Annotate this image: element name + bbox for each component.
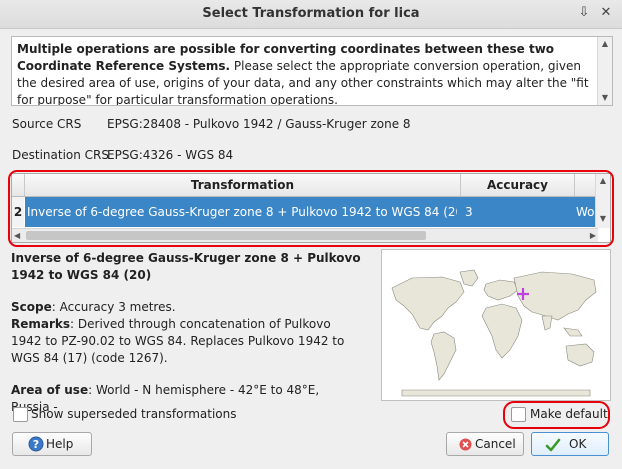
- area-label: Area of use: [11, 383, 89, 397]
- source-crs-value: EPSG:28408 - Pulkovo 1942 / Gauss-Kruger…: [107, 117, 411, 131]
- pin-icon[interactable]: ⇩: [576, 5, 592, 21]
- cancel-button[interactable]: Cancel: [446, 432, 524, 456]
- remarks-label: Remarks: [11, 317, 71, 331]
- help-label: Help: [46, 437, 74, 451]
- cancel-label: Cancel: [475, 437, 516, 451]
- close-icon[interactable]: ✕: [598, 5, 614, 21]
- svg-text:?: ?: [33, 438, 39, 451]
- cancel-icon: [459, 438, 472, 451]
- scope-label: Scope: [11, 300, 52, 314]
- show-superseded-label[interactable]: Show superseded transformations: [31, 407, 236, 421]
- ok-label: OK: [569, 437, 587, 451]
- help-button[interactable]: ? Help: [12, 432, 92, 456]
- transformation-details: Inverse of 6-degree Gauss-Kruger zone 8 …: [11, 250, 361, 416]
- scroll-up-icon[interactable]: ▲: [598, 37, 612, 51]
- info-textbox[interactable]: Multiple operations are possible for con…: [11, 36, 613, 106]
- destination-crs-label: Destination CRS: [12, 148, 110, 162]
- destination-crs-value: EPSG:4326 - WGS 84: [107, 148, 234, 162]
- show-superseded-checkbox[interactable]: [13, 407, 28, 422]
- window-title: Select Transformation for lica: [202, 6, 420, 21]
- source-crs-label: Source CRS: [12, 117, 82, 131]
- details-remarks: Remarks: Derived through concatenation o…: [11, 316, 361, 367]
- ok-button[interactable]: OK: [531, 432, 609, 456]
- table-highlight-outline: [8, 170, 614, 247]
- make-default-highlight-outline: [503, 401, 610, 429]
- area-of-use-map: [381, 249, 611, 401]
- info-scrollbar[interactable]: ▲ ▼: [597, 37, 612, 105]
- world-map: [382, 250, 610, 400]
- help-icon: ?: [28, 436, 44, 452]
- scroll-down-icon[interactable]: ▼: [598, 91, 612, 105]
- details-title: Inverse of 6-degree Gauss-Kruger zone 8 …: [11, 251, 361, 282]
- title-bar: Select Transformation for lica ⇩ ✕: [0, 0, 622, 29]
- details-scope: Scope: Accuracy 3 metres.: [11, 299, 361, 316]
- scope-value: : Accuracy 3 metres.: [51, 300, 176, 314]
- checkmark-icon: [545, 438, 561, 452]
- info-text: Multiple operations are possible for con…: [17, 41, 592, 105]
